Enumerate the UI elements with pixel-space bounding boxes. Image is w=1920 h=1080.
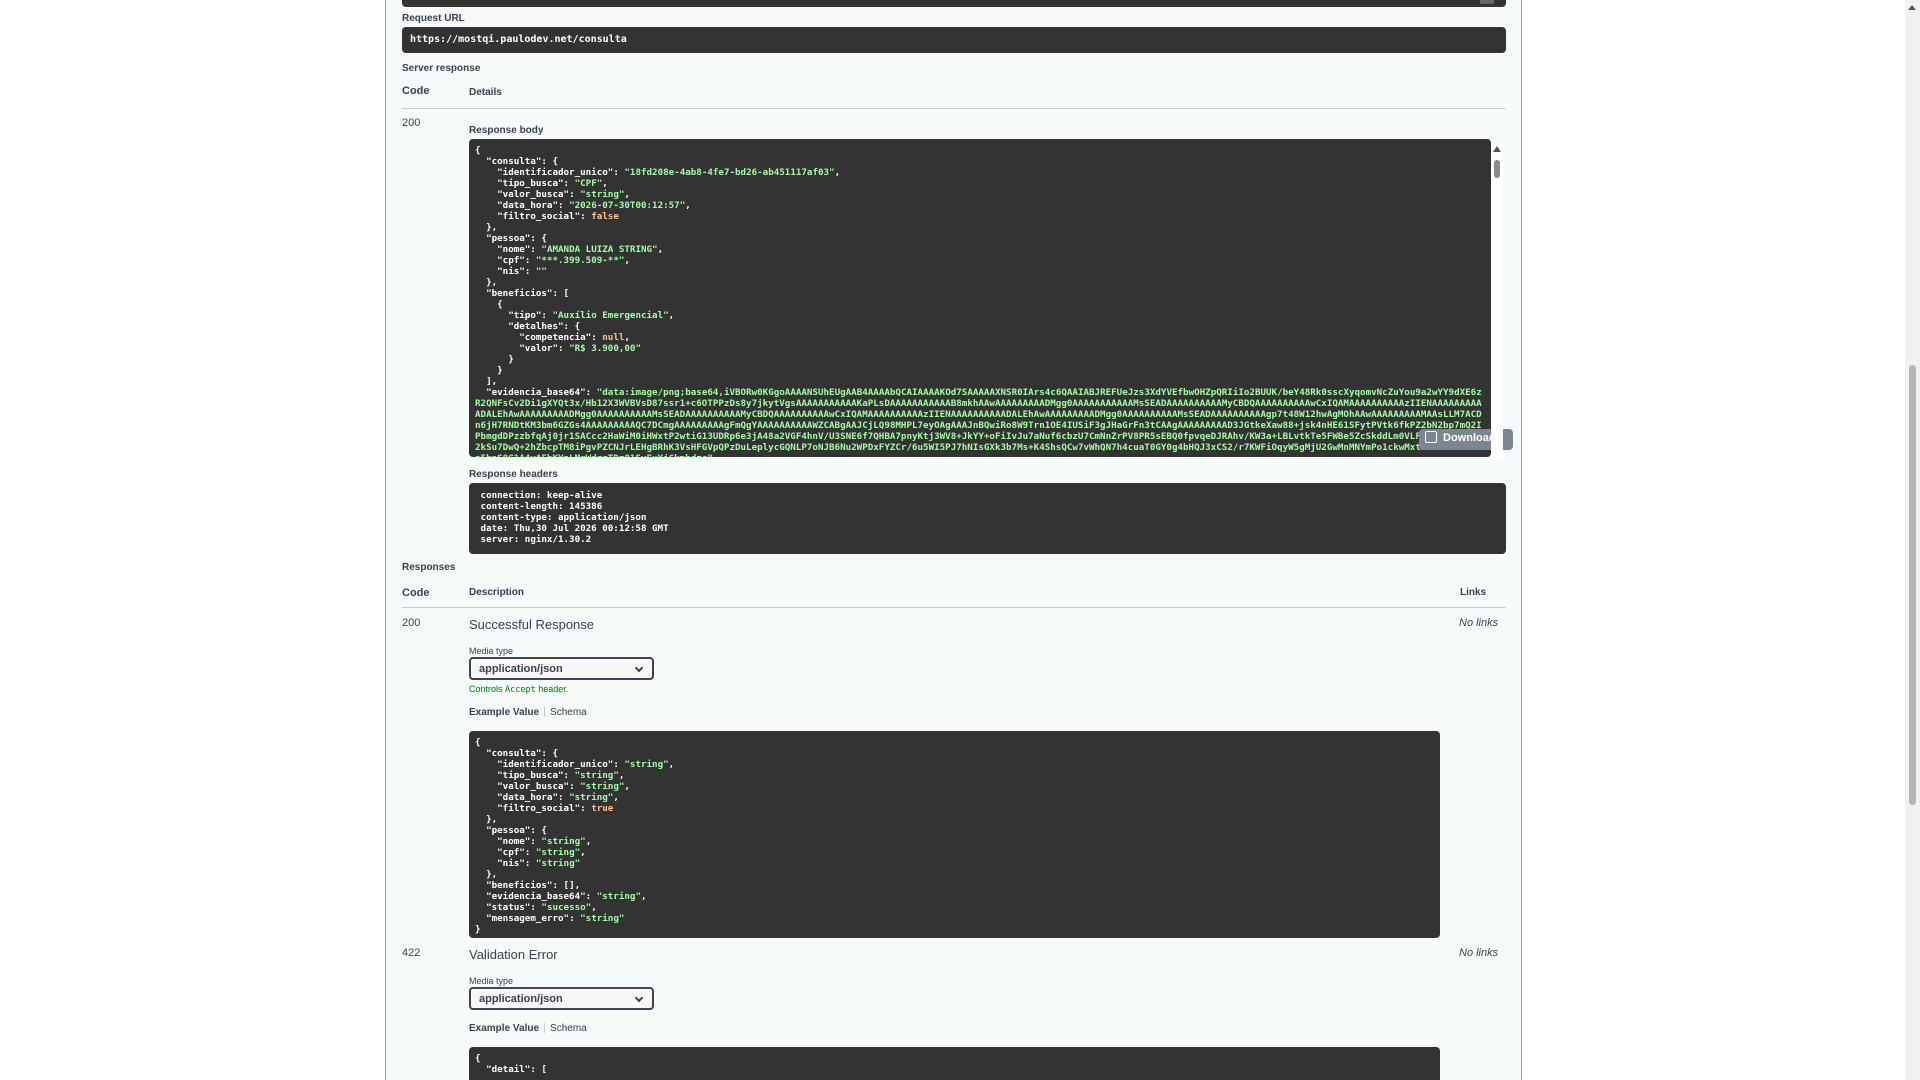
- download-label: Download: [1443, 432, 1496, 444]
- curl-block-end: [402, 0, 1506, 7]
- divider: [402, 607, 1506, 608]
- example-value-422[interactable]: { "detail": [: [469, 1047, 1440, 1080]
- response-body-scrollbar[interactable]: [1491, 143, 1503, 461]
- media-type-select[interactable]: application/json: [469, 987, 654, 1010]
- evidence-line: "evidencia_base64": "data:image/png;base…: [475, 387, 1482, 457]
- evidence-value: "data:image/png;base64,iVBORw0KGgoAAAANS…: [475, 387, 1482, 457]
- response-body[interactable]: { "consulta": { "identificador_unico": "…: [469, 139, 1491, 457]
- example-value-200[interactable]: { "consulta": { "identificador_unico": "…: [469, 731, 1440, 938]
- controls-code: Accept: [505, 685, 536, 695]
- media-type-value: application/json: [479, 993, 563, 1005]
- server-response-code: 200: [402, 117, 421, 129]
- copy-icon[interactable]: [1480, 0, 1494, 4]
- page-scrollbar[interactable]: [1905, 0, 1920, 1080]
- server-response-heading: Server response: [402, 63, 481, 74]
- controls-suffix: header.: [535, 684, 569, 694]
- tab-schema[interactable]: Schema: [550, 1023, 587, 1034]
- controls-accept-note: Controls Accept header.: [469, 684, 568, 695]
- response-body-json: { "consulta": { "identificador_unico": "…: [475, 145, 841, 387]
- response-code: 200: [402, 617, 421, 629]
- chevron-down-icon: [634, 663, 644, 673]
- operation-body: Request URL https://mostqi.paulodev.net/…: [402, 0, 1513, 1080]
- media-type-label: Media type: [469, 646, 514, 656]
- server-response-details-header: Details: [469, 87, 502, 98]
- response-links: No links: [1459, 617, 1499, 629]
- tab-separator: [544, 707, 546, 718]
- response-body-heading: Response body: [469, 125, 544, 136]
- controls-prefix: Controls: [469, 684, 506, 694]
- responses-description-header: Description: [469, 587, 525, 598]
- response-headers[interactable]: connection: keep-alive content-length: 1…: [469, 483, 1506, 554]
- media-type-select[interactable]: application/json: [469, 657, 654, 680]
- example-tabs: Example Value Schema: [469, 1023, 587, 1034]
- scroll-up-icon[interactable]: [1493, 146, 1501, 152]
- evidence-key: "evidencia_base64":: [475, 387, 597, 398]
- response-description: Successful Response: [469, 617, 595, 632]
- server-response-code-header: Code: [402, 85, 430, 97]
- example-tabs: Example Value Schema: [469, 707, 587, 718]
- media-type-value: application/json: [479, 663, 563, 675]
- request-url: https://mostqi.paulodev.net/consulta: [402, 27, 1506, 53]
- download-icon: [1425, 431, 1437, 444]
- response-code: 422: [402, 947, 421, 959]
- response-description: Validation Error: [469, 947, 558, 962]
- media-type-label: Media type: [469, 976, 514, 986]
- responses-code-header: Code: [402, 587, 430, 599]
- scroll-thumb[interactable]: [1494, 160, 1500, 178]
- operation-block: Request URL https://mostqi.paulodev.net/…: [385, 0, 1522, 1080]
- response-headers-heading: Response headers: [469, 469, 558, 480]
- response-links: No links: [1459, 947, 1499, 959]
- page-scroll-thumb[interactable]: [1909, 365, 1916, 805]
- tab-example-value[interactable]: Example Value: [469, 707, 539, 718]
- responses-links-header: Links: [1460, 587, 1487, 598]
- tab-separator: [544, 1023, 546, 1034]
- scroll-up-icon[interactable]: [1908, 5, 1916, 10]
- responses-heading: Responses: [402, 562, 456, 573]
- divider: [402, 108, 1506, 109]
- request-url-heading: Request URL: [402, 13, 465, 24]
- tab-example-value[interactable]: Example Value: [469, 1023, 539, 1034]
- tab-schema[interactable]: Schema: [550, 707, 587, 718]
- chevron-down-icon: [634, 993, 644, 1003]
